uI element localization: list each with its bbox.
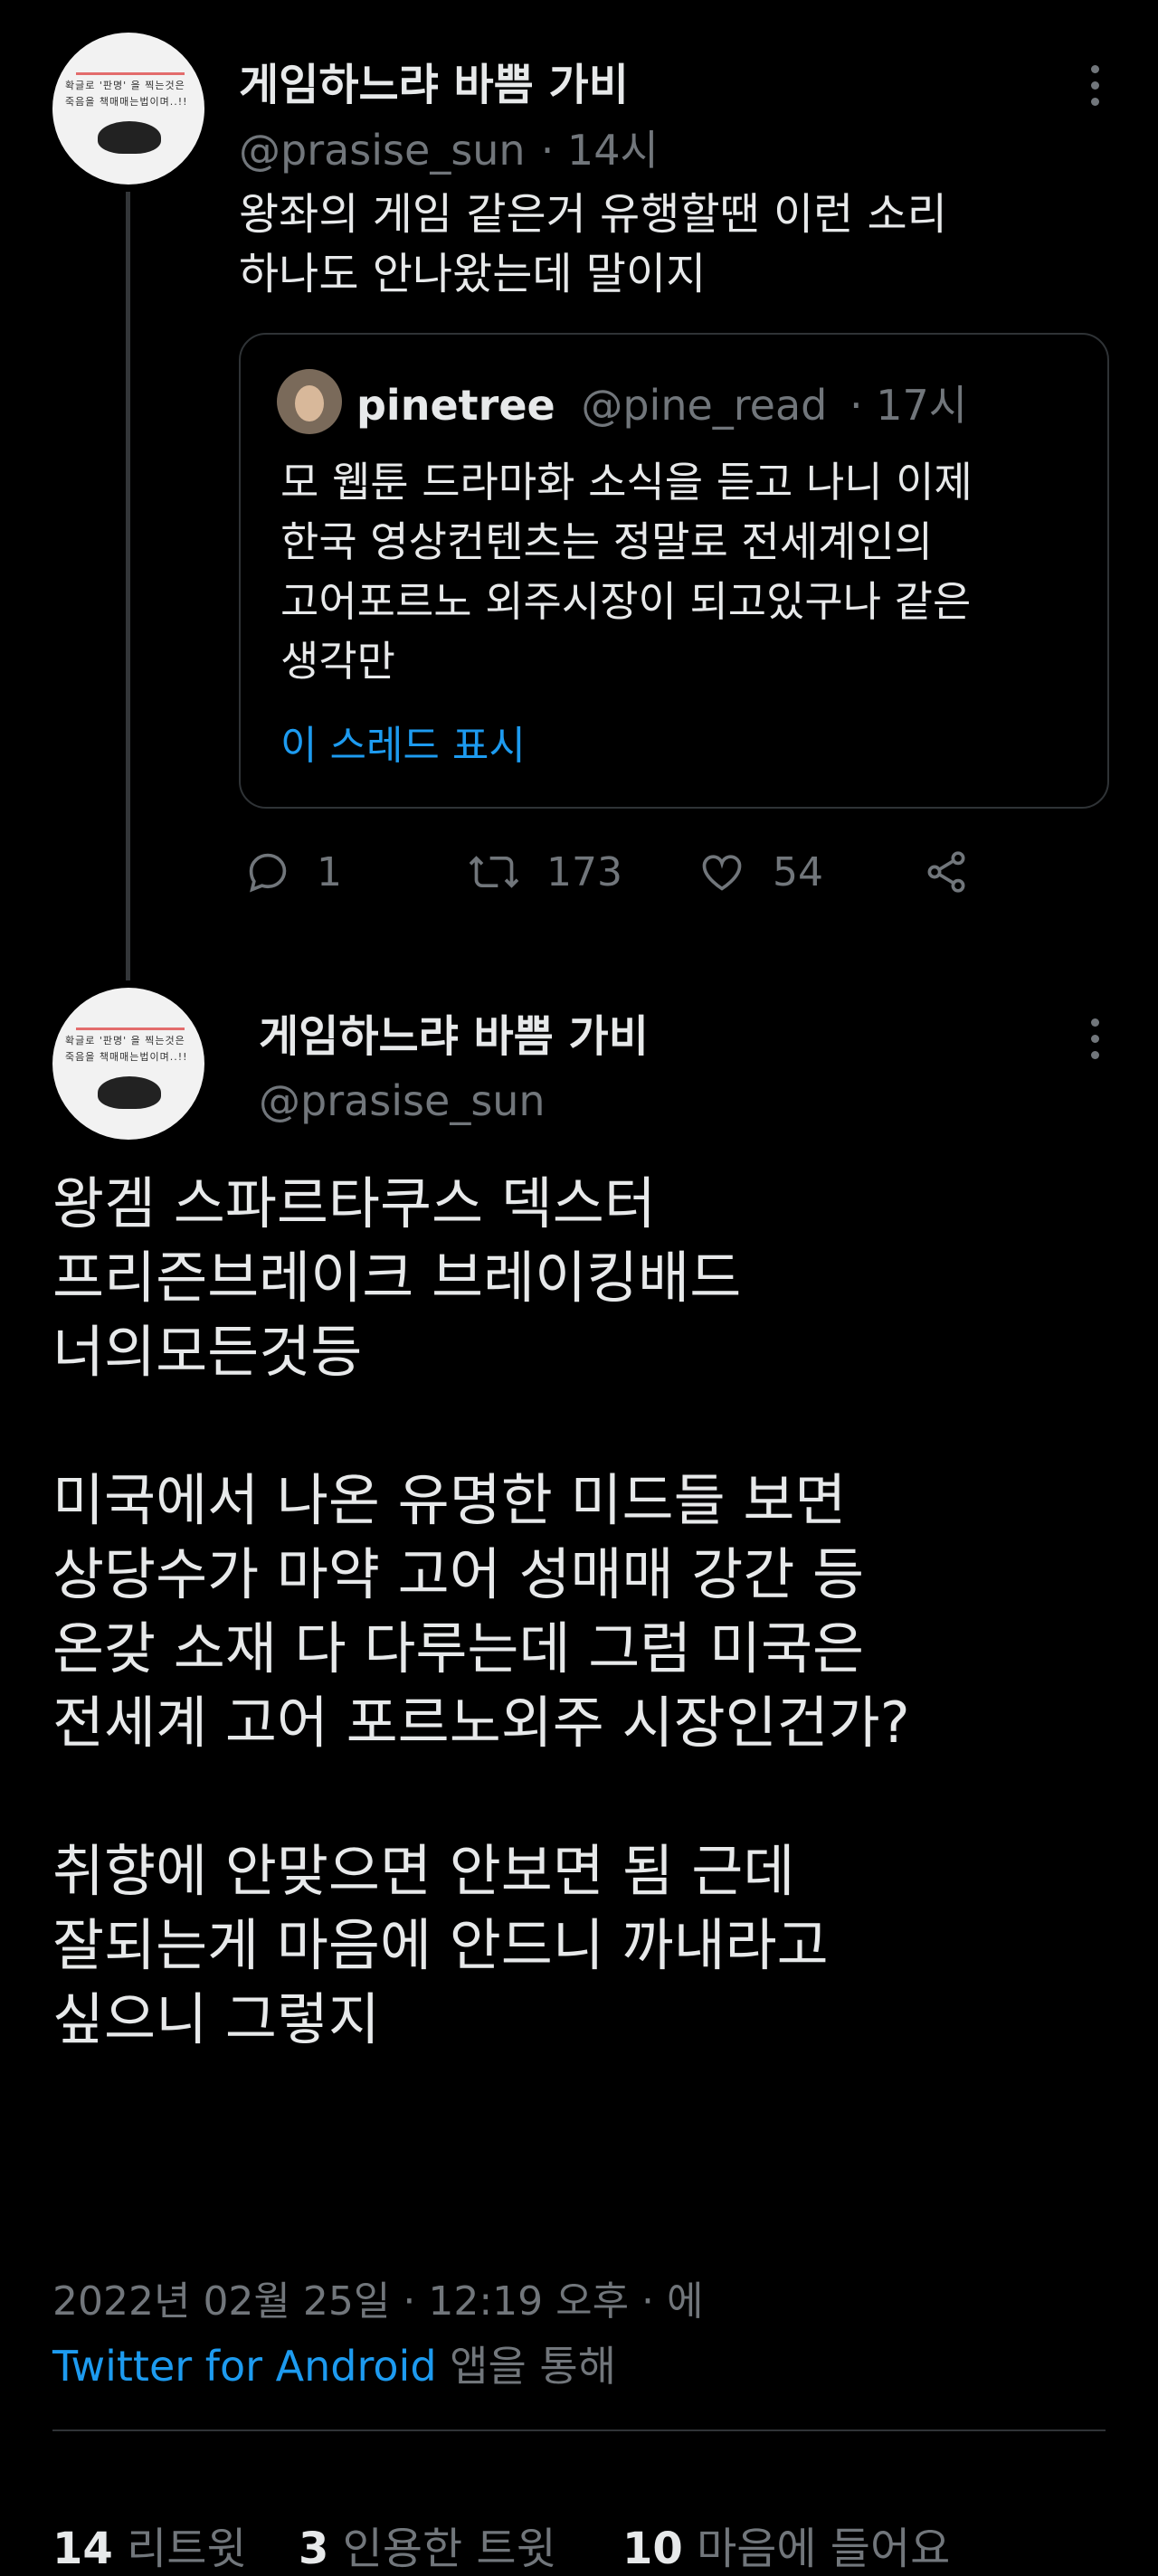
retweet-button[interactable]: 173	[465, 843, 622, 901]
quoted-tweet[interactable]: pinetree @pine_read · 17시 모 웹툰 드라마화 소식을 …	[239, 333, 1109, 809]
source-suffix: 앱을 통해	[436, 2342, 617, 2391]
quote-text: 모 웹툰 드라마화 소식을 듣고 나니 이제 한국 영상컨텐츠는 정말로 전세계…	[280, 458, 973, 686]
share-icon	[927, 851, 965, 893]
share-button[interactable]	[919, 843, 997, 901]
retweet-icon	[469, 856, 519, 888]
more-options-icon[interactable]	[1091, 65, 1102, 114]
avatar-caption: 확글로 '판명' 을 찍는것은 죽음을 책매매는법이며..!!	[65, 80, 188, 108]
thread-line	[126, 192, 130, 980]
avatar-image	[98, 1076, 161, 1109]
quotes-count: 3	[299, 2524, 329, 2574]
tweet-text: 왕좌의 게임 같은거 유행할땐 이런 소리 하나도 안나왔는데 말이지	[239, 189, 947, 299]
reply-icon	[249, 853, 287, 893]
divider	[52, 2429, 1106, 2431]
reply-count: 1	[317, 848, 342, 895]
avatar[interactable]: 확글로 '판명' 을 찍는것은 죽음을 책매매는법이며..!!	[52, 33, 204, 185]
reply-button[interactable]: 1	[242, 843, 342, 901]
quotes-stat[interactable]: 3 인용한 트윗	[299, 2513, 556, 2576]
tweet-text: 왕겜 스파르타쿠스 덱스터 프리즌브레이크 브레이킹배드 너의모든것등 미국에서…	[52, 1170, 910, 2052]
source-app-link[interactable]: Twitter for Android	[52, 2342, 437, 2391]
quote-avatar[interactable]	[277, 369, 342, 434]
author-name[interactable]: 게임하느랴 바쁨 가비	[239, 49, 629, 112]
more-options-icon[interactable]	[1091, 1018, 1102, 1067]
retweets-label: 리트윗	[127, 2524, 247, 2574]
retweet-count: 173	[546, 848, 622, 895]
heart-icon	[702, 855, 742, 891]
author-handle[interactable]: @prasise_sun	[239, 126, 526, 175]
avatar[interactable]: 확글로 '판명' 을 찍는것은 죽음을 책매매는법이며..!!	[52, 988, 204, 1140]
quotes-label: 인용한 트윗	[342, 2524, 556, 2574]
tweet-timestamp[interactable]: 2022년 02월 25일 · 12:19 오후 · 에	[52, 2268, 704, 2326]
avatar-image	[98, 121, 161, 154]
quote-header: pinetree @pine_read · 17시	[356, 373, 967, 432]
tweet-time[interactable]: · 14시	[541, 126, 659, 175]
show-thread-link[interactable]: 이 스레드 표시	[280, 713, 526, 771]
avatar-decoration	[76, 1028, 185, 1030]
like-count: 54	[773, 848, 823, 895]
likes-stat[interactable]: 10 마음에 들어요	[622, 2513, 950, 2576]
retweets-stat[interactable]: 14 리트윗	[52, 2513, 247, 2576]
tweet-source: Twitter for Android 앱을 통해	[52, 2334, 616, 2393]
likes-count: 10	[622, 2524, 683, 2574]
author-handle[interactable]: @prasise_sun	[259, 1076, 546, 1125]
quote-author-handle[interactable]: @pine_read	[581, 381, 827, 430]
quote-time: · 17시	[850, 381, 968, 430]
avatar-caption: 확글로 '판명' 을 찍는것은 죽음을 책매매는법이며..!!	[65, 1035, 188, 1063]
author-name[interactable]: 게임하느랴 바쁨 가비	[259, 1000, 649, 1064]
like-button[interactable]: 54	[695, 843, 823, 901]
quote-author-name[interactable]: pinetree	[356, 381, 555, 430]
author-meta: @prasise_sun · 14시	[239, 118, 659, 177]
likes-label: 마음에 들어요	[697, 2524, 951, 2574]
retweets-count: 14	[52, 2524, 113, 2574]
avatar-decoration	[76, 72, 185, 75]
